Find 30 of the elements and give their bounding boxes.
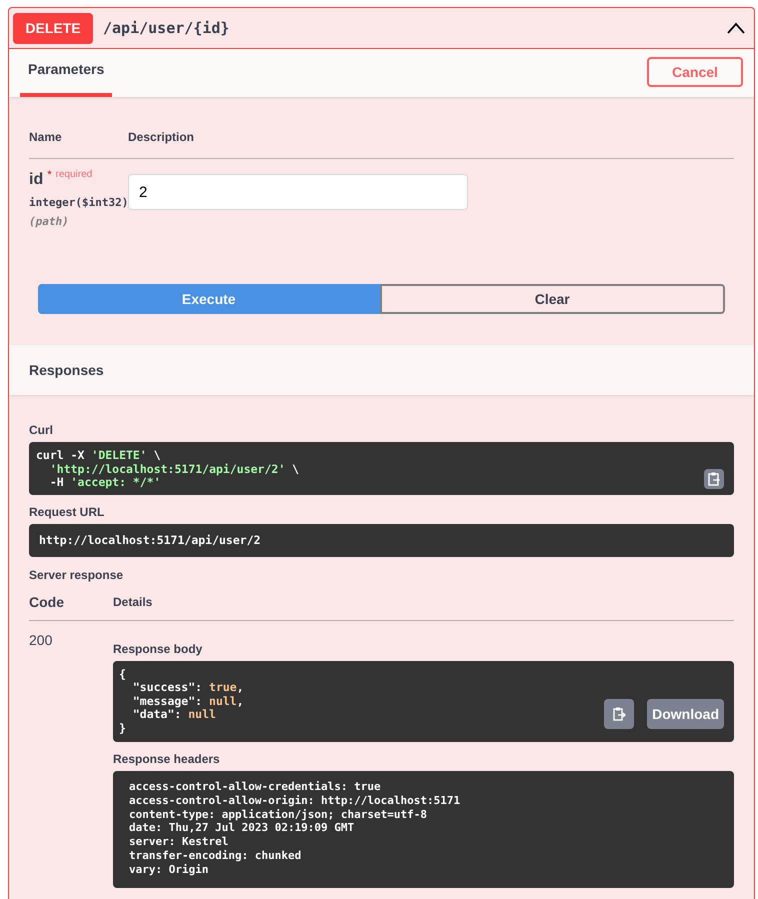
copy-button[interactable]: [604, 699, 634, 729]
column-header: Description: [128, 129, 194, 146]
parameter-type: integer($int32): [29, 195, 128, 211]
curl-command: curl -X 'DELETE' \ 'http://localhost:5171/api/user/2' \ -H 'accept: */*': [36, 449, 300, 490]
section-label: Response headers: [113, 752, 221, 766]
column-header: Name: [29, 129, 63, 146]
parameter-location: (path): [29, 214, 70, 230]
status-code: 200: [29, 632, 54, 648]
section-label: Request URL: [29, 505, 106, 519]
required-asterisk: *: [47, 168, 52, 183]
column-header: Details: [113, 594, 152, 610]
section-label: Server response: [29, 568, 124, 582]
clear-button[interactable]: Clear: [380, 284, 725, 314]
section-label: Curl: [29, 423, 54, 437]
column-header: Code: [29, 594, 65, 610]
section-title: Responses: [29, 360, 104, 380]
request-url: http://localhost:5171/api/user/2: [39, 532, 261, 549]
required-label: required: [56, 168, 92, 182]
copy-icon[interactable]: [704, 469, 724, 489]
response-body: { "success": true, "message": null, "data": null }: [119, 668, 244, 736]
chevron-up-icon[interactable]: [726, 22, 746, 34]
download-button[interactable]: Download: [647, 699, 724, 729]
id-input-field[interactable]: 2: [128, 174, 468, 210]
method-badge: DELETE: [13, 12, 93, 44]
parameter-name: id: [29, 170, 44, 190]
parameters-tab[interactable]: Parameters: [20, 59, 112, 97]
response-headers: access-control-allow-credentials: true access-control-allow-origin: http://localhost:5171 content-type: application/json; charset=utf-8 date: Thu,27 Jul 2023 02:19:09 GMT server: Kestrel transfer-encoding: chunked vary: Origin: [129, 780, 462, 877]
endpoint-path: /api/user/{id}: [103, 18, 230, 39]
section-label: Response body: [113, 642, 204, 656]
clipboard-icon: [611, 706, 628, 722]
